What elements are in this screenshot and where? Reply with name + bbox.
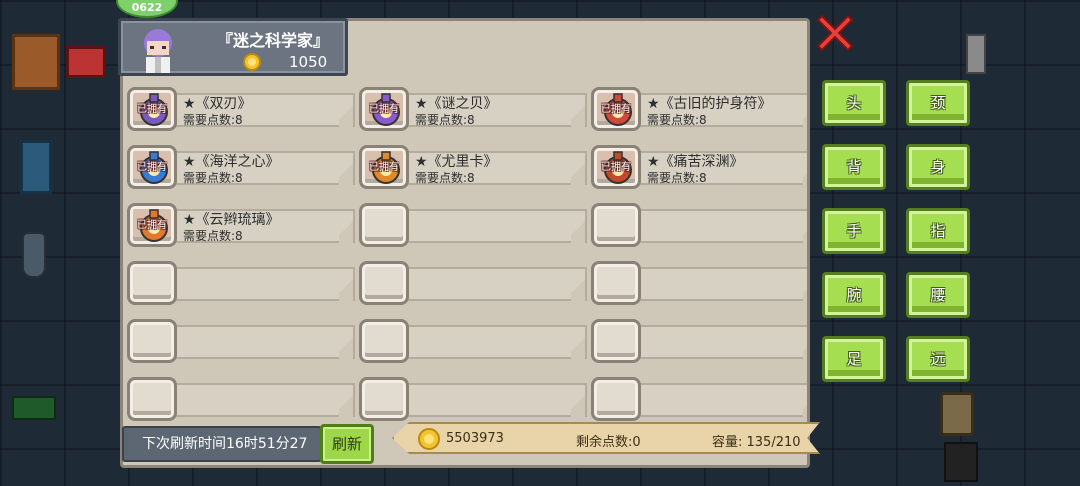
owned-label: 已拥有 — [369, 162, 399, 173]
item-slot[interactable] — [359, 203, 409, 247]
item-cost: 需要点数:8 — [647, 113, 707, 127]
empty-item-cell[interactable] — [125, 373, 355, 423]
category-button[interactable]: 腰 — [906, 272, 970, 318]
item-name: ★《尤里卡》 — [415, 154, 498, 170]
item-name: ★《痛苦深渊》 — [647, 154, 744, 170]
item-cost: 需要点数:8 — [647, 171, 707, 185]
empty-item-cell[interactable] — [589, 199, 807, 249]
category-button[interactable]: 足 — [822, 336, 886, 382]
refresh-timer: 下次刷新时间16时51分27 — [122, 426, 322, 462]
item-cell[interactable]: 已拥有 ★《双刃》 需要点数:8 — [125, 83, 355, 133]
item-strip — [379, 383, 587, 417]
machine-decoration — [940, 392, 974, 436]
item-strip — [379, 267, 587, 301]
item-cell[interactable]: 已拥有 ★《尤里卡》 需要点数:8 — [357, 141, 587, 191]
item-cell[interactable]: 已拥有 ★《海洋之心》 需要点数:8 — [125, 141, 355, 191]
empty-item-cell[interactable] — [125, 315, 355, 365]
item-slot[interactable] — [127, 319, 177, 363]
item-cell[interactable]: 已拥有 ★《云辫琉璃》 需要点数:8 — [125, 199, 355, 249]
item-name: ★《双刃》 — [183, 96, 252, 112]
item-name: ★《云辫琉璃》 — [183, 212, 280, 228]
points-remaining: 剩余点数:0 — [576, 435, 641, 450]
category-button[interactable]: 指 — [906, 208, 970, 254]
owned-label: 已拥有 — [137, 104, 167, 115]
item-cost: 需要点数:8 — [415, 171, 475, 185]
empty-item-cell[interactable] — [357, 373, 587, 423]
item-slot[interactable] — [359, 261, 409, 305]
tv-decoration — [66, 46, 106, 78]
coin-icon — [243, 53, 261, 75]
category-button[interactable]: 背 — [822, 144, 886, 190]
item-cost: 需要点数:8 — [183, 171, 243, 185]
item-slot[interactable] — [591, 319, 641, 363]
owned-label: 已拥有 — [137, 162, 167, 173]
item-slot[interactable]: 已拥有 — [127, 145, 177, 189]
item-slot[interactable]: 已拥有 — [591, 87, 641, 131]
close-icon — [816, 14, 854, 52]
item-cell[interactable]: 已拥有 ★《古旧的护身符》 需要点数:8 — [589, 83, 807, 133]
npc-coin-count: 1050 — [289, 53, 328, 71]
item-name: ★《古旧的护身符》 — [647, 96, 772, 112]
item-cell[interactable]: 已拥有 ★《痛苦深渊》 需要点数:8 — [589, 141, 807, 191]
owned-label: 已拥有 — [369, 104, 399, 115]
vase-decoration — [22, 232, 46, 278]
item-slot[interactable] — [591, 377, 641, 421]
empty-item-cell[interactable] — [357, 199, 587, 249]
circuit-decoration — [12, 396, 56, 420]
owned-label: 已拥有 — [601, 162, 631, 173]
item-strip — [147, 325, 355, 359]
empty-item-cell[interactable] — [589, 257, 807, 307]
speech-bubble: 0622 — [116, 0, 178, 18]
empty-item-cell[interactable] — [589, 373, 807, 423]
item-slot[interactable] — [591, 261, 641, 305]
item-slot[interactable] — [127, 377, 177, 421]
npc-title: 『迷之科学家』 — [217, 31, 330, 50]
empty-item-cell[interactable] — [357, 257, 587, 307]
item-strip — [379, 209, 587, 243]
status-bar: 5503973 剩余点数:0 容量: 135/210 — [392, 422, 820, 454]
item-slot[interactable] — [591, 203, 641, 247]
capacity: 容量: 135/210 — [712, 435, 801, 450]
vent-decoration — [944, 442, 978, 482]
chair-decoration — [20, 140, 52, 194]
item-grid: 已拥有 ★《双刃》 需要点数:8 已拥有 ★《谜之贝》 需要点数:8 已拥有 ★《古旧的护身符… — [123, 21, 807, 465]
item-slot[interactable] — [359, 377, 409, 421]
wardrobe-decoration — [12, 34, 60, 90]
close-button[interactable] — [816, 14, 854, 52]
empty-item-cell[interactable] — [357, 315, 587, 365]
gold-amount: 5503973 — [446, 431, 504, 446]
category-button[interactable]: 头 — [822, 80, 886, 126]
item-strip — [379, 325, 587, 359]
npc-avatar — [135, 25, 181, 75]
category-button[interactable]: 远 — [906, 336, 970, 382]
item-cost: 需要点数:8 — [415, 113, 475, 127]
refresh-button[interactable]: 刷新 — [320, 424, 374, 464]
category-button[interactable]: 腕 — [822, 272, 886, 318]
item-cell[interactable]: 已拥有 ★《谜之贝》 需要点数:8 — [357, 83, 587, 133]
item-slot[interactable]: 已拥有 — [127, 203, 177, 247]
owned-label: 已拥有 — [601, 104, 631, 115]
item-name: ★《海洋之心》 — [183, 154, 280, 170]
category-button[interactable]: 身 — [906, 144, 970, 190]
item-slot[interactable]: 已拥有 — [591, 145, 641, 189]
item-slot[interactable]: 已拥有 — [359, 145, 409, 189]
empty-item-cell[interactable] — [589, 315, 807, 365]
item-strip — [147, 267, 355, 301]
category-button[interactable]: 手 — [822, 208, 886, 254]
empty-item-cell[interactable] — [125, 257, 355, 307]
coin-icon — [418, 428, 440, 454]
npc-header: 『迷之科学家』 1050 — [118, 18, 348, 76]
item-slot[interactable]: 已拥有 — [359, 87, 409, 131]
shop-panel: 已拥有 ★《双刃》 需要点数:8 已拥有 ★《谜之贝》 需要点数:8 已拥有 ★《古旧的护身符… — [120, 18, 810, 468]
item-slot[interactable] — [127, 261, 177, 305]
item-slot[interactable] — [359, 319, 409, 363]
item-cost: 需要点数:8 — [183, 229, 243, 243]
item-strip — [147, 383, 355, 417]
item-name: ★《谜之贝》 — [415, 96, 498, 112]
item-slot[interactable]: 已拥有 — [127, 87, 177, 131]
item-cost: 需要点数:8 — [183, 113, 243, 127]
wall-panel-decoration — [966, 34, 986, 74]
owned-label: 已拥有 — [137, 220, 167, 231]
category-button[interactable]: 颈 — [906, 80, 970, 126]
